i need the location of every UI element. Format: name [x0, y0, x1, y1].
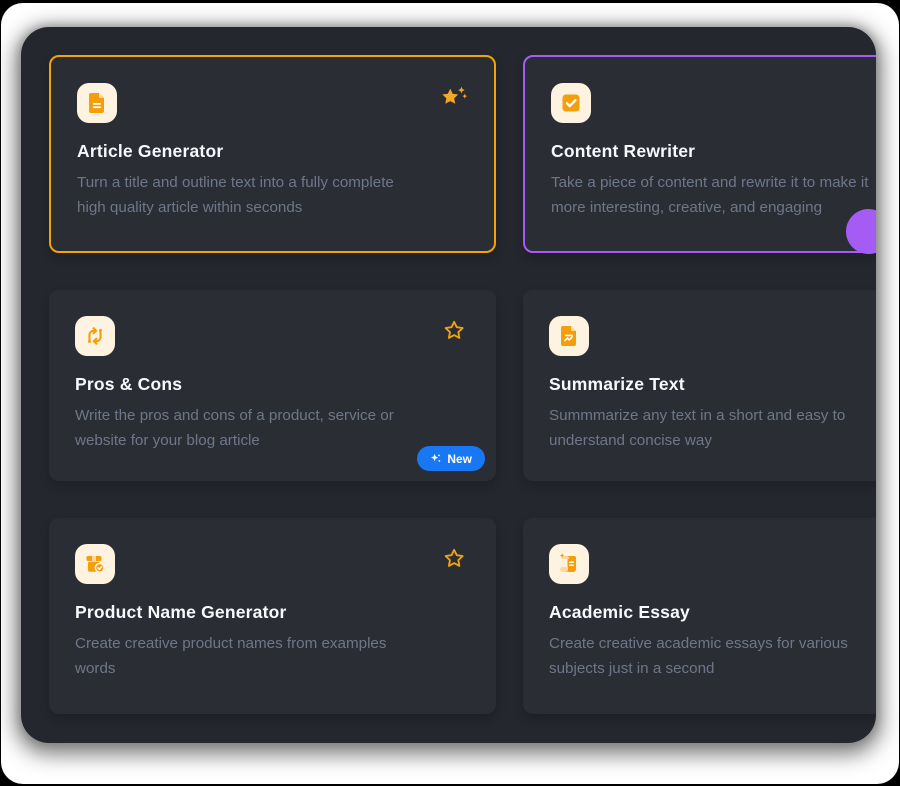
document-icon — [77, 83, 117, 123]
card-title: Pros & Cons — [75, 374, 470, 395]
card-header — [549, 316, 876, 356]
card-description: Write the pros and cons of a product, se… — [75, 404, 470, 453]
card-description: Summmarize any text in a short and easy … — [549, 404, 876, 453]
package-check-icon — [75, 544, 115, 584]
card-description: Create creative academic essays for vari… — [549, 632, 876, 681]
card-title: Content Rewriter — [551, 141, 876, 162]
page-background: Article Generator Turn a title and outli… — [1, 3, 899, 784]
tool-card-article-generator[interactable]: Article Generator Turn a title and outli… — [49, 55, 496, 253]
new-badge-label: New — [447, 452, 472, 466]
favorite-star-outline-icon[interactable] — [442, 318, 470, 344]
tool-card-content-rewriter[interactable]: Content Rewriter Take a piece of content… — [523, 55, 876, 253]
card-header — [75, 544, 470, 584]
checkbox-icon — [551, 83, 591, 123]
card-description: Take a piece of content and rewrite it t… — [551, 171, 876, 220]
sparkle-icon — [430, 453, 441, 464]
favorite-star-icon[interactable] — [440, 85, 468, 111]
card-title: Academic Essay — [549, 602, 876, 623]
tool-card-grid: Article Generator Turn a title and outli… — [49, 55, 876, 714]
card-title: Article Generator — [77, 141, 468, 162]
card-header — [75, 316, 470, 356]
card-header — [77, 83, 468, 123]
tool-card-summarize-text[interactable]: Summarize Text Summmarize any text in a … — [523, 290, 876, 481]
summary-document-icon — [549, 316, 589, 356]
swap-arrows-icon — [75, 316, 115, 356]
card-header — [551, 83, 876, 123]
card-title: Summarize Text — [549, 374, 876, 395]
tools-panel: Article Generator Turn a title and outli… — [21, 27, 876, 743]
card-description: Turn a title and outline text into a ful… — [77, 171, 468, 220]
card-description: Create creative product names from examp… — [75, 632, 470, 681]
favorite-star-outline-icon[interactable] — [442, 546, 470, 572]
tool-card-academic-essay[interactable]: Academic Essay Create creative academic … — [523, 518, 876, 714]
scroll-icon — [549, 544, 589, 584]
tool-card-product-name-generator[interactable]: Product Name Generator Create creative p… — [49, 518, 496, 714]
new-badge: New — [417, 446, 485, 471]
card-header — [549, 544, 876, 584]
card-title: Product Name Generator — [75, 602, 470, 623]
tool-card-pros-and-cons[interactable]: Pros & Cons Write the pros and cons of a… — [49, 290, 496, 481]
